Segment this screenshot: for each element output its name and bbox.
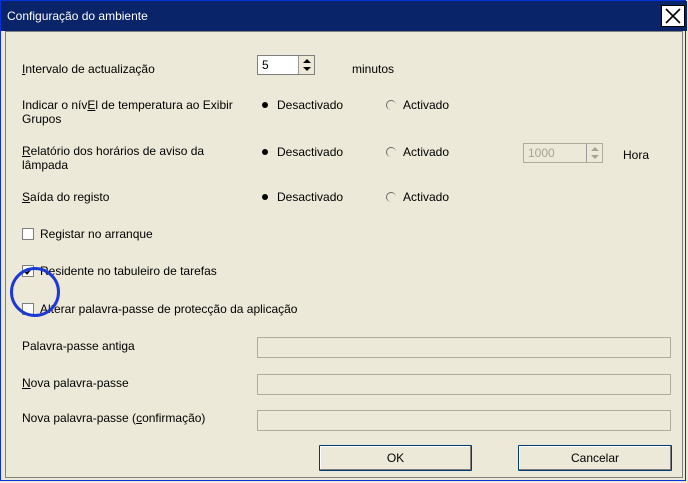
- radio-selected-icon: [259, 99, 271, 111]
- update-interval-unit: minutos: [352, 62, 395, 76]
- settings-dialog: Configuração do ambiente Intervalo de ac…: [0, 0, 687, 481]
- update-interval-label: Intervalo de actualização: [22, 62, 155, 76]
- log-output-radio-on[interactable]: Activado: [385, 190, 449, 204]
- cancel-button[interactable]: Cancelar: [518, 445, 672, 471]
- update-interval-spinner[interactable]: 5: [257, 55, 315, 75]
- dialog-title: Configuração do ambiente: [7, 9, 148, 23]
- radio-unselected-icon: [385, 191, 397, 203]
- spin-up-icon[interactable]: [303, 59, 311, 63]
- temp-level-radio-off[interactable]: Desactivado: [259, 98, 343, 112]
- lamp-hours-value: 1000: [528, 146, 555, 160]
- update-interval-value: 5: [262, 58, 269, 72]
- ok-button[interactable]: OK: [319, 445, 472, 471]
- title-bar[interactable]: Configuração do ambiente: [1, 1, 687, 31]
- temp-level-radio-on[interactable]: Activado: [385, 98, 449, 112]
- close-icon: [665, 8, 681, 24]
- lamp-report-radio-off[interactable]: Desactivado: [259, 145, 343, 159]
- radio-selected-icon: [259, 191, 271, 203]
- spin-down-icon[interactable]: [303, 67, 311, 71]
- spin-up-icon: [591, 147, 599, 151]
- log-output-radio-off[interactable]: Desactivado: [259, 190, 343, 204]
- radio-unselected-icon: [385, 99, 397, 111]
- spinner-arrows: [586, 144, 602, 162]
- change-password-checkbox[interactable]: Alterar palavra-passe de protecção da ap…: [22, 302, 297, 316]
- lamp-hours-unit: Hora: [623, 148, 650, 162]
- lamp-report-label: Relatório dos horários de aviso da lâmpad…: [22, 144, 205, 172]
- confirm-password-field: [257, 410, 671, 431]
- radio-unselected-icon: [385, 146, 397, 158]
- close-button[interactable]: [661, 5, 685, 27]
- highlight-circle: [10, 267, 60, 317]
- new-password-label: Nova palavra-passe: [22, 376, 129, 390]
- log-output-label: Saída do registo: [22, 190, 110, 204]
- old-password-label: Palavra-passe antiga: [22, 339, 135, 353]
- register-startup-checkbox[interactable]: Registar no arranque: [22, 227, 153, 241]
- confirm-password-label: Nova palavra-passe (confirmação): [22, 411, 206, 425]
- spin-down-icon: [591, 155, 599, 159]
- spinner-arrows[interactable]: [298, 56, 314, 74]
- lamp-report-radio-on[interactable]: Activado: [385, 145, 449, 159]
- dialog-body: Intervalo de actualização 5 minutos Indi…: [5, 31, 683, 478]
- checkbox-empty-icon: [22, 228, 34, 240]
- temp-level-label: Indicar o nívEl de temperatura ao Exibir…: [22, 98, 233, 126]
- new-password-field: [257, 374, 671, 395]
- radio-selected-icon: [259, 146, 271, 158]
- lamp-hours-spinner: 1000: [523, 143, 603, 163]
- old-password-field: [257, 337, 671, 358]
